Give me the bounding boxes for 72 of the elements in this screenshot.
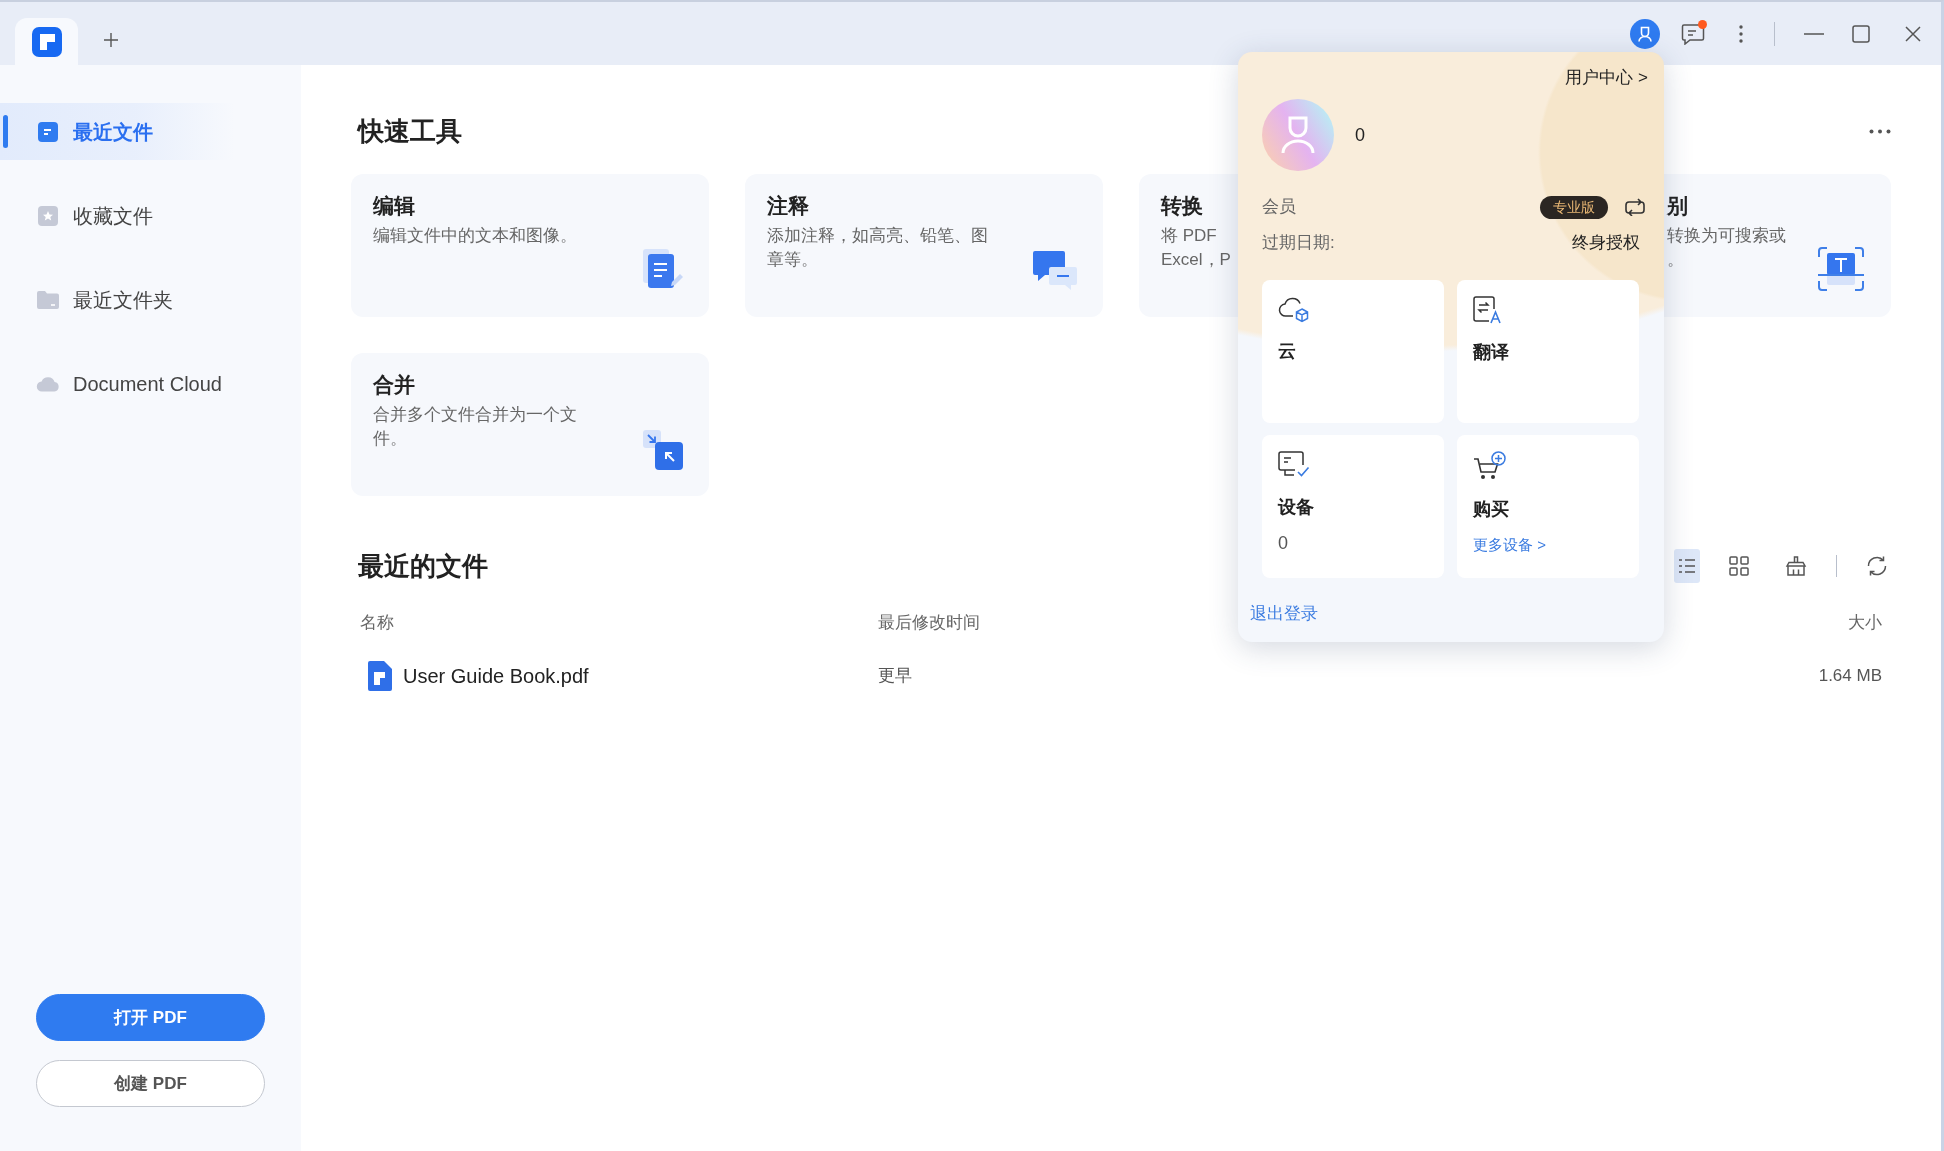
card-title: 编辑 <box>373 193 416 219</box>
plus-icon[interactable] <box>103 32 119 48</box>
document-icon <box>37 120 59 143</box>
sidebar-item[interactable]: 最近文件夹 <box>0 271 301 328</box>
more-icon[interactable] <box>1739 24 1743 43</box>
file-name[interactable]: User Guide Book.pdf <box>403 661 589 691</box>
open-pdf-button[interactable]: 打开 PDF <box>36 994 265 1041</box>
table-cell-text: 1.64 MB <box>1818 665 1882 688</box>
translate-icon <box>1473 296 1503 324</box>
more-icon[interactable] <box>1869 128 1891 134</box>
tile-value: 0 <box>1278 532 1288 555</box>
tile-label: 购买 <box>1473 498 1509 521</box>
swap-icon[interactable] <box>1624 198 1646 216</box>
folder-icon <box>36 289 60 310</box>
pdf-file-icon <box>368 661 392 691</box>
feature-tile[interactable]: 翻译 <box>1457 280 1639 423</box>
table-cell-text: 更早 <box>878 665 912 688</box>
card-description: 转换为可搜索或 。 <box>1667 225 1786 271</box>
card-description: 合并多个文件合并为一个文 件。 <box>373 404 577 450</box>
grid-icon <box>1729 556 1749 576</box>
logo-icon <box>31 26 62 57</box>
tile-label: 翻译 <box>1473 341 1509 364</box>
username-text: 0 <box>1355 123 1365 147</box>
message-icon[interactable] <box>1681 22 1705 45</box>
tile-label: 设备 <box>1278 496 1314 519</box>
column-header: 最后修改时间 <box>878 612 980 634</box>
tile-label: 云 <box>1278 340 1296 363</box>
user-center-link[interactable]: 用户中心 > <box>1565 66 1648 90</box>
cloud-icon <box>36 375 60 392</box>
logout-link[interactable]: 退出登录 <box>1250 602 1318 626</box>
scan-text-icon <box>1817 247 1865 291</box>
more-devices-link[interactable]: 更多设备 > <box>1473 533 1546 557</box>
card-description: 添加注释，如高亮、铅笔、图 章等。 <box>767 225 988 271</box>
expiry-value: 终身授权 <box>1572 232 1640 255</box>
create-pdf-button[interactable]: 创建 PDF <box>36 1060 265 1107</box>
cloud-cube-icon <box>1278 296 1310 323</box>
section-title: 快速工具 <box>356 115 462 148</box>
plan-badge: 专业版 <box>1540 195 1608 219</box>
refresh-icon[interactable] <box>1866 555 1888 577</box>
section-title: 最近的文件 <box>357 550 488 583</box>
column-header: 大小 <box>1848 612 1882 634</box>
maximize-icon[interactable] <box>1852 24 1870 43</box>
feature-tile[interactable]: 购买 更多设备 > <box>1457 435 1639 578</box>
tool-card[interactable]: 合并 合并多个文件合并为一个文 件。 <box>351 353 709 496</box>
card-title: 别 <box>1667 193 1689 219</box>
expiry-label: 过期日期: <box>1262 232 1335 255</box>
list-icon <box>1678 558 1696 574</box>
card-title: 转换 <box>1161 193 1204 219</box>
chat-bubbles-icon <box>1033 251 1077 291</box>
tool-card[interactable]: 注释 添加注释，如高亮、铅笔、图 章等。 <box>745 174 1103 317</box>
sidebar-item[interactable]: 收藏文件 <box>0 187 301 244</box>
feature-tile[interactable]: 设备 0 <box>1262 435 1444 578</box>
column-header: 名称 <box>360 612 394 634</box>
card-title: 注释 <box>767 193 810 219</box>
avatar-icon <box>1262 99 1334 171</box>
membership-label: 会员 <box>1262 196 1296 219</box>
view-mode-button[interactable] <box>1674 549 1700 583</box>
sidebar-item[interactable]: Document Cloud <box>0 355 301 412</box>
merge-arrows-icon <box>643 430 683 470</box>
cart-plus-icon <box>1473 451 1506 481</box>
home-tab[interactable] <box>15 18 78 65</box>
card-description: 编辑文件中的文本和图像。 <box>373 225 577 247</box>
card-description: 将 PDF Excel，P <box>1161 225 1231 271</box>
document-pencil-icon <box>643 249 683 291</box>
close-icon[interactable] <box>1905 25 1921 42</box>
card-title: 合并 <box>373 372 416 398</box>
tool-card[interactable]: 编辑 编辑文件中的文本和图像。 <box>351 174 709 317</box>
user-avatar-icon[interactable] <box>1630 18 1660 49</box>
monitor-check-icon <box>1278 451 1310 479</box>
brush-icon[interactable] <box>1785 556 1807 576</box>
minimize-icon[interactable] <box>1804 32 1824 35</box>
feature-tile[interactable]: 云 <box>1262 280 1444 423</box>
